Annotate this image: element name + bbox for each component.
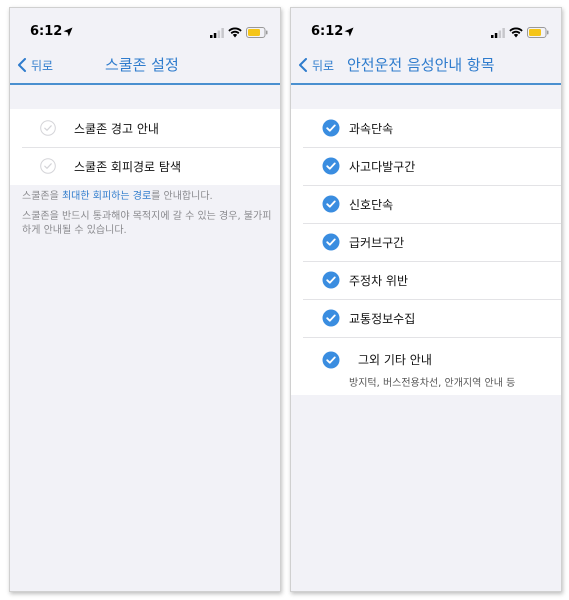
- guide-row-other[interactable]: 그외 기타 안내 방지턱, 버스전용차선, 안개지역 안내 등: [291, 337, 561, 395]
- guide-label: 교통정보수집: [349, 311, 416, 326]
- wifi-icon: [228, 27, 242, 38]
- location-arrow-icon: [63, 27, 73, 37]
- checkmark-filled-icon[interactable]: [322, 233, 340, 251]
- wifi-icon: [509, 27, 523, 38]
- setting-label: 스쿨존 회피경로 탐색: [74, 159, 181, 174]
- right-screen: 6:12 뒤로 안전운전 음성안내 항목 과속단속 사고다발구간 신호단속 급커…: [290, 7, 562, 592]
- nav-divider: [291, 83, 561, 85]
- status-time: 6:12: [30, 24, 63, 39]
- checkmark-filled-icon[interactable]: [322, 309, 340, 327]
- chevron-left-icon: [299, 58, 307, 72]
- page-title: 안전운전 음성안내 항목: [347, 56, 495, 74]
- status-bar: 6:12: [291, 8, 561, 46]
- school-zone-settings-list: 스쿨존 경고 안내 스쿨존 회피경로 탐색: [10, 109, 280, 185]
- status-time: 6:12: [311, 24, 344, 39]
- guide-row-traffic-info-collection[interactable]: 교통정보수집: [291, 299, 561, 337]
- location-arrow-icon: [344, 27, 354, 37]
- guide-sublabel: 방지턱, 버스전용차선, 안개지역 안내 등: [349, 378, 516, 389]
- setting-row-school-zone-avoid-route[interactable]: 스쿨존 회피경로 탐색: [10, 147, 280, 185]
- footer-note-line-1: 스쿨존을 최대한 회피하는 경로를 안내합니다.: [22, 190, 272, 204]
- guide-row-parking-violation[interactable]: 주정차 위반: [291, 261, 561, 299]
- guide-label: 그외 기타 안내: [358, 353, 432, 367]
- checkmark-filled-icon[interactable]: [322, 119, 340, 137]
- footer-highlight: 최대한 회피하는 경로: [61, 191, 152, 202]
- navigation-bar: 뒤로 안전운전 음성안내 항목: [291, 46, 561, 84]
- battery-icon: [527, 27, 549, 38]
- guide-row-signal-enforcement[interactable]: 신호단속: [291, 185, 561, 223]
- battery-icon: [246, 27, 268, 38]
- guide-text-column: 그외 기타 안내 방지턱, 버스전용차선, 안개지역 안내 등: [349, 351, 515, 389]
- setting-row-school-zone-warning[interactable]: 스쿨존 경고 안내: [10, 109, 280, 147]
- page-title: 스쿨존 설정: [105, 56, 179, 74]
- checkmark-filled-icon[interactable]: [322, 195, 340, 213]
- guide-row-speed-enforcement[interactable]: 과속단속: [291, 109, 561, 147]
- checkmark-filled-icon[interactable]: [322, 271, 340, 289]
- back-button[interactable]: 뒤로: [298, 46, 334, 84]
- guide-label: 사고다발구간: [349, 159, 416, 174]
- checkmark-filled-icon[interactable]: [322, 157, 340, 175]
- guide-label: 주정차 위반: [349, 273, 409, 288]
- back-button-label: 뒤로: [31, 58, 54, 73]
- setting-label: 스쿨존 경고 안내: [74, 121, 159, 136]
- footer-note-line-2: 스쿨존을 반드시 통과해야 목적지에 갈 수 있는 경우, 불가피하게 안내될 …: [22, 211, 272, 236]
- footer-text: 를 안내합니다.: [151, 191, 213, 202]
- footer-text: 스쿨존을: [22, 191, 62, 202]
- back-button-label: 뒤로: [312, 58, 335, 73]
- cellular-signal-icon: [210, 28, 224, 38]
- checkmark-empty-icon[interactable]: [40, 120, 56, 136]
- guide-row-sharp-curve[interactable]: 급커브구간: [291, 223, 561, 261]
- guide-label: 급커브구간: [349, 235, 405, 250]
- chevron-left-icon: [18, 58, 26, 72]
- safe-driving-voice-guide-list: 과속단속 사고다발구간 신호단속 급커브구간 주정차 위반 교통정보수집 그외 …: [291, 109, 561, 395]
- checkmark-empty-icon[interactable]: [40, 158, 56, 174]
- nav-divider: [10, 83, 280, 85]
- navigation-bar: 뒤로 스쿨존 설정: [10, 46, 280, 84]
- cellular-signal-icon: [491, 28, 505, 38]
- back-button[interactable]: 뒤로: [17, 46, 53, 84]
- footer-note: 스쿨존을 최대한 회피하는 경로를 안내합니다. 스쿨존을 반드시 통과해야 목…: [22, 190, 272, 238]
- guide-label: 신호단속: [349, 197, 394, 212]
- guide-row-accident-zone[interactable]: 사고다발구간: [291, 147, 561, 185]
- status-bar: 6:12: [10, 8, 280, 46]
- left-screen: 6:12 뒤로 스쿨존 설정 스쿨존 경고 안내 스쿨존 회피경로 탐색 스쿨존…: [9, 7, 281, 592]
- checkmark-filled-icon[interactable]: [322, 351, 340, 369]
- guide-label: 과속단속: [349, 121, 394, 136]
